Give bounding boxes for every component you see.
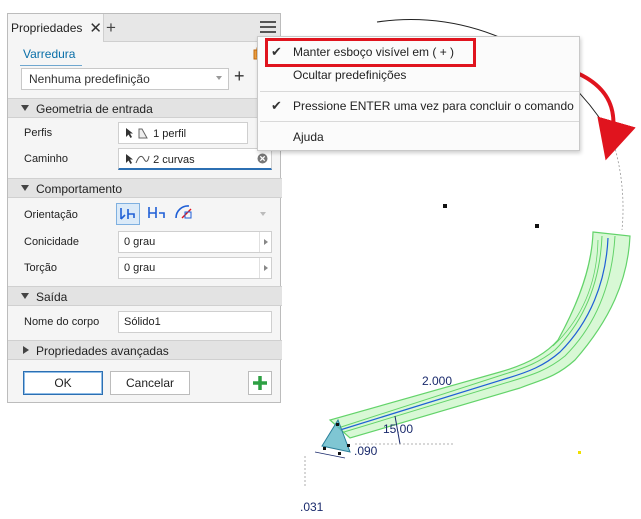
dimension-length[interactable]: 2.000 xyxy=(422,374,452,388)
clear-icon[interactable] xyxy=(257,153,268,164)
collapse-icon xyxy=(21,105,29,111)
sketch-point[interactable] xyxy=(578,451,581,454)
sketch-point[interactable] xyxy=(535,224,539,228)
check-icon: ✔ xyxy=(271,98,282,113)
value-menu-icon[interactable] xyxy=(259,258,271,278)
path-value: 2 curvas xyxy=(153,154,195,166)
preset-row: Nenhuma predefinição + xyxy=(8,66,282,92)
highlight-box xyxy=(265,38,476,67)
close-icon[interactable]: ✕ xyxy=(89,19,102,37)
section-label: Saída xyxy=(36,290,68,304)
command-row: Varredura xyxy=(8,45,282,67)
menu-separator xyxy=(260,121,579,122)
taper-label: Conicidade xyxy=(24,236,80,248)
profiles-value: 1 perfil xyxy=(153,128,187,140)
twist-input[interactable]: 0 grau xyxy=(118,257,272,279)
chevron-down-icon[interactable] xyxy=(260,212,266,216)
preset-dropdown[interactable]: Nenhuma predefinição xyxy=(21,68,229,90)
section-label: Propriedades avançadas xyxy=(36,344,169,358)
tab-properties[interactable]: Propriedades ✕ xyxy=(8,14,104,42)
dimension-angle[interactable]: 15.00 xyxy=(383,422,413,436)
expand-icon xyxy=(23,346,29,354)
hamburger-menu-icon[interactable] xyxy=(260,19,276,35)
section-advanced[interactable]: Propriedades avançadas xyxy=(8,340,282,360)
section-output[interactable]: Saída xyxy=(8,286,282,306)
menu-item-enter-to-finish[interactable]: ✔ Pressione ENTER uma vez para concluir … xyxy=(258,95,579,117)
collapse-icon xyxy=(21,185,29,191)
ok-button[interactable]: OK xyxy=(23,371,103,395)
twist-label: Torção xyxy=(24,262,58,274)
add-preset-icon[interactable]: + xyxy=(234,66,245,87)
sketch-point[interactable] xyxy=(443,204,447,208)
select-path-icon xyxy=(126,154,150,164)
orientation-path-button[interactable] xyxy=(116,203,140,225)
preset-value: Nenhuma predefinição xyxy=(29,72,150,86)
select-profile-icon xyxy=(126,128,148,139)
twist-value: 0 grau xyxy=(124,262,156,274)
body-name-label: Nome do corpo xyxy=(24,316,100,328)
orientation-guide-icon xyxy=(175,205,192,219)
sweep-preview xyxy=(321,231,631,455)
tab-title: Propriedades xyxy=(11,21,83,35)
path-selector[interactable]: 2 curvas xyxy=(118,148,272,170)
orientation-parallel-button[interactable] xyxy=(145,203,169,225)
dimension-small[interactable]: .031 xyxy=(300,500,323,514)
profiles-label: Perfis xyxy=(24,127,53,139)
add-tab-icon[interactable]: + xyxy=(106,18,116,38)
properties-panel: Propriedades ✕ + Varredura Nenhuma prede… xyxy=(7,13,282,403)
chevron-down-icon xyxy=(216,76,222,80)
sketch-arc-lower xyxy=(611,137,624,231)
command-name[interactable]: Varredura xyxy=(23,47,75,61)
profiles-selector[interactable]: 1 perfil xyxy=(118,122,248,144)
command-underline xyxy=(20,65,82,66)
taper-value: 0 grau xyxy=(124,236,156,248)
plus-icon xyxy=(253,376,267,390)
cancel-button[interactable]: Cancelar xyxy=(110,371,190,395)
section-label: Geometria de entrada xyxy=(36,102,153,116)
apply-button[interactable] xyxy=(248,371,272,395)
section-behavior[interactable]: Comportamento xyxy=(8,178,282,198)
path-label: Caminho xyxy=(24,153,69,165)
orientation-label: Orientação xyxy=(24,209,78,221)
orientation-parallel-icon xyxy=(148,207,165,218)
menu-item-label: Ajuda xyxy=(293,130,324,144)
body-name-input[interactable]: Sólido1 xyxy=(118,311,272,333)
dimension-offset[interactable]: .090 xyxy=(354,444,377,458)
body-name-value: Sólido1 xyxy=(124,316,161,328)
panel-tab-bar: Propriedades ✕ + xyxy=(8,14,280,42)
menu-separator xyxy=(260,91,579,92)
menu-item-label: Ocultar predefinições xyxy=(293,68,407,82)
value-menu-icon[interactable] xyxy=(259,232,271,252)
menu-item-label: Pressione ENTER uma vez para concluir o … xyxy=(293,99,574,113)
section-label: Comportamento xyxy=(36,182,123,196)
menu-item-help[interactable]: Ajuda xyxy=(258,126,579,148)
orientation-path-icon xyxy=(120,208,135,220)
orientation-guide-button[interactable] xyxy=(173,203,197,225)
menu-item-hide-presets[interactable]: Ocultar predefinições xyxy=(258,64,579,86)
taper-input[interactable]: 0 grau xyxy=(118,231,272,253)
collapse-icon xyxy=(21,293,29,299)
section-input-geometry[interactable]: Geometria de entrada xyxy=(8,98,282,118)
